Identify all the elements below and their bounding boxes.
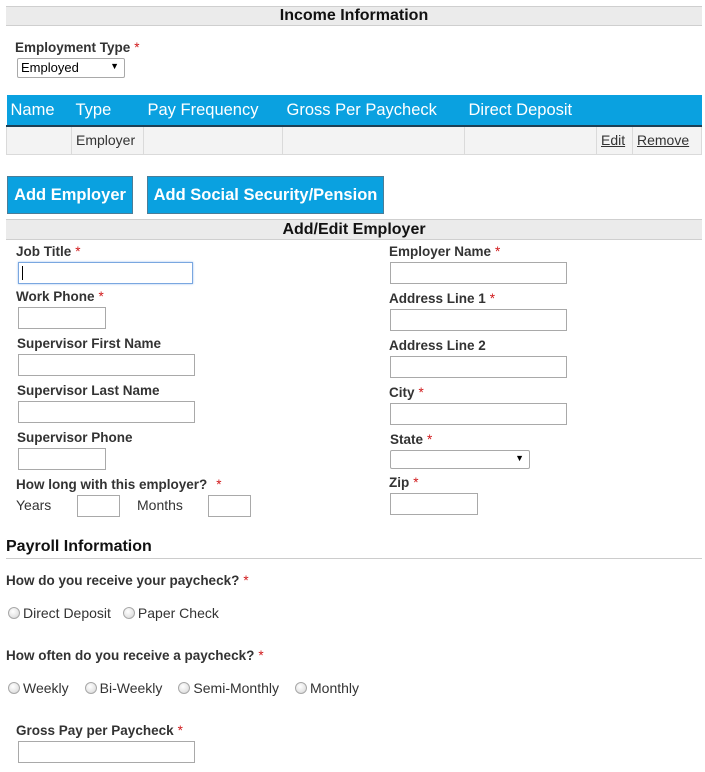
payroll-information-header: Payroll Information <box>6 538 702 559</box>
supervisor-phone-label: Supervisor Phone <box>17 430 133 445</box>
radio-option-monthly[interactable]: Monthly <box>295 680 359 696</box>
paycheck-frequency-radio-group: Weekly Bi-Weekly Semi-Monthly Monthly <box>8 680 371 696</box>
job-title-input[interactable] <box>18 262 193 284</box>
radio-option-direct-deposit[interactable]: Direct Deposit <box>8 605 111 621</box>
address-line-2-label: Address Line 2 <box>389 338 486 353</box>
column-header-type: Type <box>71 95 144 127</box>
cell-edit: Edit <box>596 125 633 155</box>
employer-name-label: Employer Name * <box>389 244 501 259</box>
required-mark: * <box>495 244 501 259</box>
column-header-gross-per-paycheck: Gross Per Paycheck <box>282 95 465 127</box>
required-mark: * <box>418 385 424 400</box>
radio-button[interactable] <box>295 682 308 694</box>
required-mark: * <box>75 244 81 259</box>
gross-pay-label: Gross Pay per Paycheck * <box>16 723 183 738</box>
chevron-down-icon: ▼ <box>515 453 524 463</box>
employment-type-select[interactable]: Employed ▼ <box>17 58 125 78</box>
cell-type: Employer <box>71 125 144 155</box>
zip-input[interactable] <box>390 493 478 515</box>
radio-option-bi-weekly[interactable]: Bi-Weekly <box>84 680 162 696</box>
required-mark: * <box>427 432 433 447</box>
address-line-1-label: Address Line 1 * <box>389 291 496 306</box>
column-header-edit <box>596 95 633 127</box>
chevron-down-icon: ▼ <box>110 61 119 71</box>
supervisor-last-name-label: Supervisor Last Name <box>17 383 160 398</box>
radio-option-weekly[interactable]: Weekly <box>8 680 69 696</box>
table-row: Employer Edit Remove <box>6 125 702 155</box>
employer-table: Name Type Pay Frequency Gross Per Payche… <box>6 95 702 155</box>
tenure-label: How long with this employer? * <box>16 477 222 492</box>
required-mark: * <box>258 648 264 663</box>
radio-button[interactable] <box>178 682 191 694</box>
cell-name <box>6 125 72 155</box>
radio-button[interactable] <box>8 607 20 619</box>
add-edit-employer-title: Add/Edit Employer <box>282 221 426 238</box>
add-social-security-pension-button[interactable]: Add Social Security/Pension <box>147 176 384 214</box>
months-label: Months <box>137 497 183 513</box>
job-title-label: Job Title * <box>16 244 81 259</box>
radio-button[interactable] <box>84 682 97 694</box>
supervisor-first-name-input[interactable] <box>18 354 195 376</box>
column-header-direct-deposit: Direct Deposit <box>464 95 597 127</box>
employer-name-input[interactable] <box>390 262 567 284</box>
income-information-title: Income Information <box>279 7 429 24</box>
radio-option-paper-check[interactable]: Paper Check <box>122 605 219 621</box>
zip-label: Zip * <box>389 475 419 490</box>
address-line-2-input[interactable] <box>390 356 567 378</box>
radio-button[interactable] <box>8 682 20 694</box>
remove-link[interactable]: Remove <box>637 132 689 148</box>
income-information-header: Income Information <box>6 6 702 26</box>
supervisor-last-name-input[interactable] <box>18 401 195 423</box>
gross-pay-input[interactable] <box>18 741 195 763</box>
months-input[interactable] <box>208 495 251 517</box>
cell-remove: Remove <box>632 125 702 155</box>
column-header-remove <box>632 95 702 127</box>
cell-pay-frequency <box>143 125 283 155</box>
supervisor-first-name-label: Supervisor First Name <box>17 336 162 351</box>
employment-type-label: Employment Type * <box>15 40 140 55</box>
required-mark: * <box>413 475 419 490</box>
column-header-pay-frequency: Pay Frequency <box>143 95 283 127</box>
city-input[interactable] <box>390 403 567 425</box>
required-mark: * <box>243 573 249 588</box>
years-input[interactable] <box>77 495 120 517</box>
cell-direct-deposit <box>464 125 597 155</box>
required-mark: * <box>489 291 496 306</box>
radio-option-semi-monthly[interactable]: Semi-Monthly <box>178 680 279 696</box>
state-select[interactable]: ▼ <box>390 450 530 469</box>
receive-paycheck-radio-group: Direct Deposit Paper Check <box>8 605 231 621</box>
address-line-1-input[interactable] <box>390 309 567 331</box>
text-cursor <box>22 266 23 280</box>
state-label: State * <box>390 432 433 447</box>
paycheck-frequency-label: How often do you receive a paycheck? * <box>6 648 264 663</box>
required-mark: * <box>216 477 222 492</box>
add-edit-employer-header: Add/Edit Employer <box>6 219 702 240</box>
edit-link[interactable]: Edit <box>601 132 625 148</box>
add-employer-button[interactable]: Add Employer <box>7 176 133 214</box>
table-header-row: Name Type Pay Frequency Gross Per Payche… <box>6 95 702 127</box>
work-phone-input[interactable] <box>18 307 106 329</box>
cell-gross-per-paycheck <box>282 125 465 155</box>
work-phone-label: Work Phone * <box>16 289 104 304</box>
required-mark: * <box>134 40 140 55</box>
receive-paycheck-label: How do you receive your paycheck? * <box>6 573 249 588</box>
radio-button[interactable] <box>122 607 135 619</box>
required-mark: * <box>98 289 104 304</box>
column-header-name: Name <box>6 95 72 127</box>
years-label: Years <box>16 497 52 513</box>
required-mark: * <box>177 723 183 738</box>
supervisor-phone-input[interactable] <box>18 448 106 470</box>
city-label: City * <box>389 385 424 400</box>
